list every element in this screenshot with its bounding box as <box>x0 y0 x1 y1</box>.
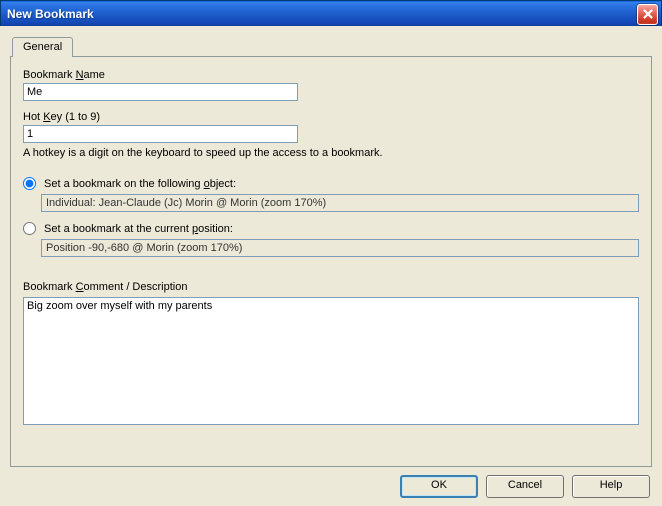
window-title: New Bookmark <box>7 7 637 21</box>
comment-label: Bookmark Comment / Description <box>23 281 639 293</box>
position-value-box: Position -90,-680 @ Morin (zoom 170%) <box>41 239 639 257</box>
hotkey-input[interactable] <box>23 125 298 143</box>
bookmark-name-label: Bookmark Name <box>23 69 639 81</box>
comment-textarea[interactable] <box>23 297 639 425</box>
dialog-content: General Bookmark Name Hot Key (1 to 9) A… <box>0 26 662 506</box>
radio-position[interactable] <box>23 222 36 235</box>
radio-position-label: Set a bookmark at the current position: <box>44 223 233 235</box>
titlebar[interactable]: New Bookmark <box>1 1 661 27</box>
close-icon <box>643 9 653 19</box>
radio-object-row[interactable]: Set a bookmark on the following object: <box>23 177 639 190</box>
radio-object-label: Set a bookmark on the following object: <box>44 178 236 190</box>
help-button[interactable]: Help <box>572 475 650 498</box>
object-value-box: Individual: Jean-Claude (Jc) Morin @ Mor… <box>41 194 639 212</box>
tab-panel-general: Bookmark Name Hot Key (1 to 9) A hotkey … <box>10 56 652 467</box>
tab-bar: General <box>12 36 652 56</box>
dialog-buttons: OK Cancel Help <box>10 467 652 498</box>
hotkey-hint: A hotkey is a digit on the keyboard to s… <box>23 147 639 159</box>
close-button[interactable] <box>637 4 658 25</box>
radio-object[interactable] <box>23 177 36 190</box>
radio-position-row[interactable]: Set a bookmark at the current position: <box>23 222 639 235</box>
cancel-button[interactable]: Cancel <box>486 475 564 498</box>
bookmark-name-input[interactable] <box>23 83 298 101</box>
tab-general[interactable]: General <box>12 37 73 57</box>
hotkey-label: Hot Key (1 to 9) <box>23 111 639 123</box>
ok-button[interactable]: OK <box>400 475 478 498</box>
